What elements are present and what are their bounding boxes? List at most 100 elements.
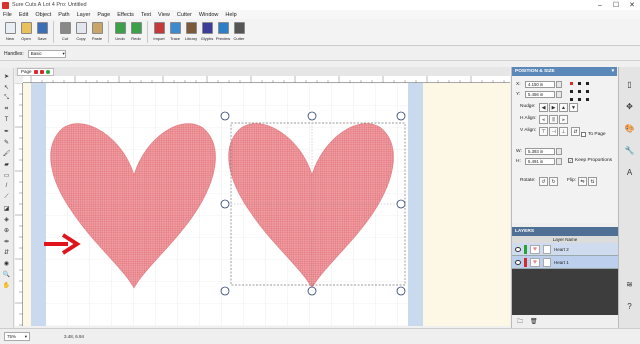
node-edit-tool-icon[interactable]: ↖: [2, 82, 12, 92]
transform-tool-icon[interactable]: ⤡: [2, 93, 12, 103]
contour-tool-icon[interactable]: ◈: [2, 214, 12, 224]
h-stepper[interactable]: [556, 158, 562, 165]
rotate-handle-bottom-left[interactable]: [220, 286, 230, 296]
import-button[interactable]: Import: [151, 21, 167, 45]
align-center-h-button[interactable]: ⫼: [549, 115, 558, 124]
shadow-tool-icon[interactable]: ◪: [2, 203, 12, 213]
move-panel-icon[interactable]: ✥: [623, 99, 637, 113]
distribute-button[interactable]: ⇵: [571, 127, 580, 136]
align-right-button[interactable]: ⫸: [559, 115, 568, 124]
menu-help[interactable]: Help: [225, 12, 236, 18]
nudge-right-button[interactable]: ▶: [549, 103, 558, 112]
menu-cutter[interactable]: Cutter: [177, 12, 192, 18]
rectangle-tool-icon[interactable]: ▭: [2, 170, 12, 180]
rotate-handle-bottom-right[interactable]: [396, 286, 406, 296]
zoom-select[interactable]: 75% ▾: [4, 332, 30, 341]
crop-tool-icon[interactable]: ⌗: [2, 104, 12, 114]
nudge-left-button[interactable]: ◀: [539, 103, 548, 112]
page-close-icon[interactable]: [39, 69, 44, 74]
menu-effects[interactable]: Effects: [117, 12, 134, 18]
undo-button[interactable]: Undo: [112, 21, 128, 45]
new-button[interactable]: New: [2, 21, 18, 45]
h-field[interactable]: 5.491 in: [525, 158, 555, 165]
y-field[interactable]: 5.456 in: [525, 91, 555, 98]
x-stepper[interactable]: [556, 81, 562, 88]
color-panel-icon[interactable]: 🎨: [623, 121, 637, 135]
menu-text[interactable]: Text: [141, 12, 151, 18]
layer-lock-icon[interactable]: [543, 257, 551, 267]
flip-vertical-button[interactable]: ⇅: [588, 177, 597, 186]
glyphs-button[interactable]: Glyphs: [199, 21, 215, 45]
align-middle-button[interactable]: ⊣: [549, 127, 558, 136]
menu-file[interactable]: File: [3, 12, 12, 18]
collapse-icon[interactable]: ▾: [612, 69, 614, 74]
trace-button[interactable]: Trace: [167, 21, 183, 45]
open-button[interactable]: Open: [18, 21, 34, 45]
pen-tool-icon[interactable]: ✒: [2, 126, 12, 136]
keep-proportions-checkbox[interactable]: ✓: [568, 158, 573, 163]
minimize-button[interactable]: –: [592, 0, 608, 10]
rotate-right-button[interactable]: ↻: [549, 177, 558, 186]
pan-tool-icon[interactable]: ✋: [2, 280, 12, 290]
eye-icon[interactable]: [515, 246, 521, 252]
menu-path[interactable]: Path: [58, 12, 69, 18]
x-field[interactable]: 4.150 in: [525, 81, 555, 88]
pencil-tool-icon[interactable]: ✎: [2, 137, 12, 147]
scale-handle-left[interactable]: [220, 199, 230, 209]
page-add-icon[interactable]: [45, 69, 50, 74]
page-tab[interactable]: Page: [17, 67, 54, 76]
eraser-tool-icon[interactable]: ▰: [2, 159, 12, 169]
scale-handle-right[interactable]: [396, 199, 406, 209]
distribute-tool-icon[interactable]: ⇹: [2, 236, 12, 246]
knife-tool-icon[interactable]: ⟋: [2, 192, 12, 202]
close-button[interactable]: ✕: [624, 0, 640, 10]
layers-panel-icon[interactable]: ≋: [623, 277, 637, 291]
text-panel-icon[interactable]: A: [623, 165, 637, 179]
fill-tool-icon[interactable]: ◉: [2, 258, 12, 268]
help-panel-icon[interactable]: ?: [623, 299, 637, 313]
layer-row[interactable]: ♥ Heart 2: [512, 243, 618, 256]
eye-icon[interactable]: [515, 259, 521, 265]
redo-button[interactable]: Redo: [128, 21, 144, 45]
new-layer-icon[interactable]: 🗀: [517, 317, 523, 327]
to-page-checkbox[interactable]: [581, 132, 586, 137]
layer-lock-icon[interactable]: [543, 244, 551, 254]
menu-window[interactable]: Window: [199, 12, 219, 18]
scale-handle-top[interactable]: [307, 111, 317, 121]
menu-page[interactable]: Page: [97, 12, 110, 18]
select-tool-icon[interactable]: ➤: [2, 71, 12, 81]
zoom-tool-icon[interactable]: 🔍: [2, 269, 12, 279]
maximize-button[interactable]: ☐: [608, 0, 624, 10]
wrench-panel-icon[interactable]: 🔧: [623, 143, 637, 157]
canvas-svg[interactable]: [23, 83, 510, 326]
copy-button[interactable]: Copy: [73, 21, 89, 45]
document-panel-icon[interactable]: ▯: [623, 77, 637, 91]
position-size-header[interactable]: POSITION & SIZE ▾: [512, 67, 617, 76]
align-top-button[interactable]: ⊤: [539, 127, 548, 136]
design-canvas[interactable]: [23, 83, 510, 326]
rotate-left-button[interactable]: ↺: [539, 177, 548, 186]
save-button[interactable]: Save: [34, 21, 50, 45]
paste-button[interactable]: Paste: [89, 21, 105, 45]
trash-icon[interactable]: 🗑: [530, 318, 538, 325]
y-stepper[interactable]: [556, 91, 562, 98]
w-stepper[interactable]: [556, 148, 562, 155]
menu-layer[interactable]: Layer: [77, 12, 91, 18]
align-left-button[interactable]: ⫷: [539, 115, 548, 124]
align-bottom-button[interactable]: ⊥: [559, 127, 568, 136]
text-tool-icon[interactable]: T: [2, 115, 12, 125]
rotate-handle-top-left[interactable]: [220, 111, 230, 121]
menu-view[interactable]: View: [158, 12, 170, 18]
w-field[interactable]: 5.393 in: [525, 148, 555, 155]
rotate-handle-top-right[interactable]: [396, 111, 406, 121]
cutter-button[interactable]: Cutter: [231, 21, 247, 45]
nudge-down-button[interactable]: ▼: [569, 103, 578, 112]
layer-row[interactable]: ♥ Heart 1: [512, 256, 618, 269]
preview-button[interactable]: Preview: [215, 21, 231, 45]
scale-handle-bottom[interactable]: [307, 286, 317, 296]
brush-tool-icon[interactable]: 🖌: [2, 148, 12, 158]
menu-object[interactable]: Object: [35, 12, 51, 18]
align-tool-icon[interactable]: ⇵: [2, 247, 12, 257]
line-tool-icon[interactable]: /: [2, 181, 12, 191]
menu-edit[interactable]: Edit: [19, 12, 28, 18]
